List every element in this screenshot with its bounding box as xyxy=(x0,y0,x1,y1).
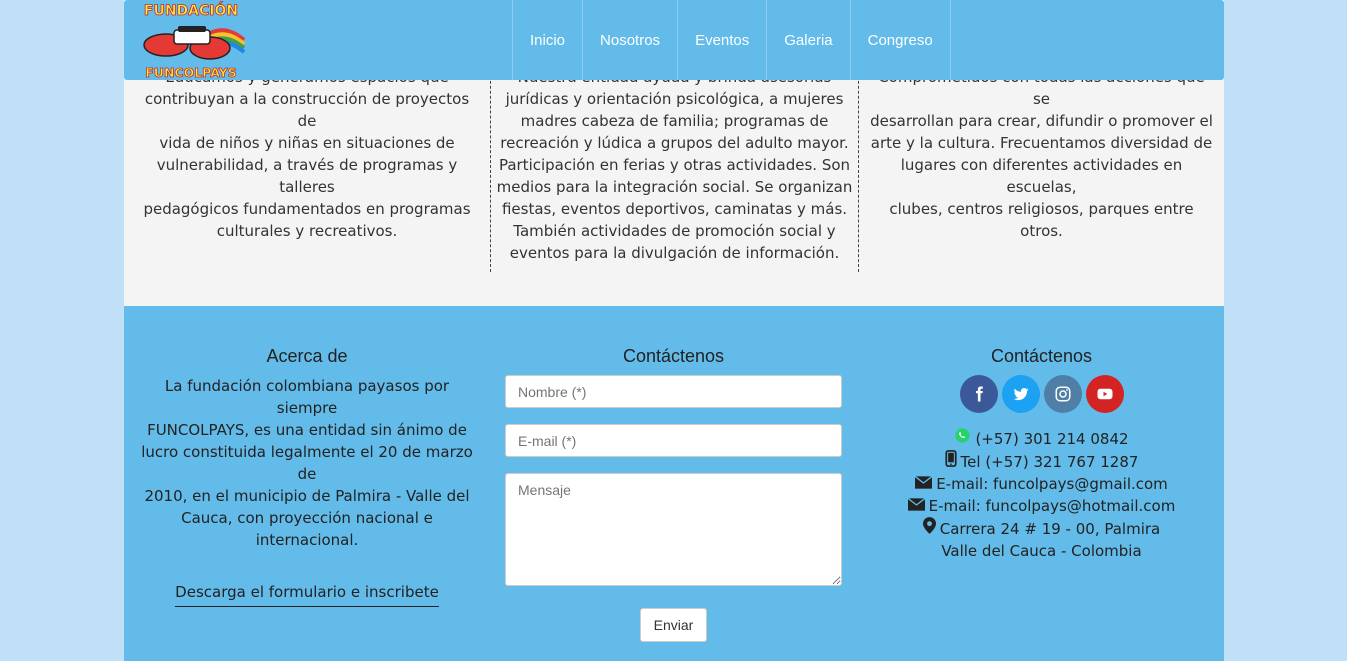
nav-item-galeria[interactable]: Galeria xyxy=(767,0,851,80)
youtube-icon[interactable] xyxy=(1085,375,1124,413)
footer-contact-info: Contáctenos (+57) 301 214 0842 Tel (+57)… xyxy=(869,346,1214,562)
envelope-icon xyxy=(907,495,926,517)
service-text-line: eventos para la divulgación de informaci… xyxy=(509,244,840,262)
footer-contact-form: Contáctenos Enviar xyxy=(505,346,842,642)
funcolpays-logo[interactable]: FUNDACIÓN FUNCOLPAYS xyxy=(134,0,249,80)
about-text-line: La fundación colombiana payasos por siem… xyxy=(164,377,450,417)
service-column-support: Nuestra entidad ayuda y brinda asesorías… xyxy=(490,66,859,272)
phone-line: Tel (+57) 321 767 1287 xyxy=(869,450,1214,473)
phone-number: Tel (+57) 321 767 1287 xyxy=(960,452,1139,471)
email-address-gmail: E-mail: funcolpays@gmail.com xyxy=(936,475,1168,493)
city-line: Valle del Cauca - Colombia xyxy=(869,540,1214,562)
mobile-phone-icon xyxy=(944,450,957,473)
email-line-1: E-mail: funcolpays@gmail.com xyxy=(869,473,1214,495)
facebook-icon[interactable] xyxy=(959,375,998,413)
whatsapp-line: (+57) 301 214 0842 xyxy=(869,427,1214,450)
service-text-line: jurídicas y orientación psicológica, a m… xyxy=(505,90,844,108)
service-text-line: culturales y recreativos. xyxy=(216,222,398,240)
name-input[interactable] xyxy=(505,375,842,408)
message-textarea[interactable] xyxy=(505,473,842,586)
whatsapp-icon xyxy=(954,427,971,450)
nav-item-inicio[interactable]: Inicio xyxy=(513,0,584,80)
service-text-line: contribuyan a la construcción de proyect… xyxy=(144,90,470,130)
navbar: FUNDACIÓN FUNCOLPAYS Inicio Nosotros Eve… xyxy=(124,0,1224,80)
download-form-link[interactable]: Descarga el formulario e inscribete xyxy=(175,583,439,607)
service-text-line: vida de niños y niñas en situaciones de xyxy=(159,134,455,152)
service-text-line: recreación y lúdica a grupos del adulto … xyxy=(500,134,849,152)
service-column-culture: Comprometidos con todas las acciones que… xyxy=(869,66,1214,242)
whatsapp-number: (+57) 301 214 0842 xyxy=(975,429,1129,448)
email-line-2: E-mail: funcolpays@hotmail.com xyxy=(869,495,1214,517)
instagram-icon[interactable] xyxy=(1043,375,1082,413)
service-text-line: madres cabeza de familia; programas de xyxy=(520,112,829,130)
nav-item-eventos[interactable]: Eventos xyxy=(678,0,768,80)
about-text-line: Cauca, con proyección nacional e xyxy=(181,509,433,527)
about-text-line: 2010, en el municipio de Palmira - Valle… xyxy=(144,487,470,505)
service-text-line: Participación en ferias y otras activida… xyxy=(498,156,851,174)
social-links xyxy=(869,375,1214,413)
page-container: Educamos y generamos espacios que contri… xyxy=(124,0,1224,661)
footer: Acerca de La fundación colombiana payaso… xyxy=(124,306,1224,661)
about-text-line: lucro constituida legalmente el 20 de ma… xyxy=(141,443,473,483)
city-region: Valle del Cauca - Colombia xyxy=(941,542,1142,560)
service-text-line: desarrollan para crear, difundir o promo… xyxy=(870,112,1213,130)
contact-form-title: Contáctenos xyxy=(622,346,725,366)
address-line: Carrera 24 # 19 - 00, Palmira xyxy=(869,517,1214,540)
footer-about: Acerca de La fundación colombiana payaso… xyxy=(134,346,480,607)
svg-text:FUNCOLPAYS: FUNCOLPAYS xyxy=(145,65,236,80)
about-text-line: internacional. xyxy=(255,531,359,549)
map-marker-icon xyxy=(922,517,936,540)
service-text-line: vulnerabilidad, a través de programas y … xyxy=(156,156,458,196)
twitter-icon[interactable] xyxy=(1001,375,1040,413)
svg-text:FUNDACIÓN: FUNDACIÓN xyxy=(144,1,238,19)
main-nav: Inicio Nosotros Eventos Galeria Congreso xyxy=(512,0,951,80)
service-text-line: También actividades de promoción social … xyxy=(513,222,836,240)
email-address-hotmail: E-mail: funcolpays@hotmail.com xyxy=(928,497,1176,515)
send-button[interactable]: Enviar xyxy=(639,608,708,642)
nav-item-congreso[interactable]: Congreso xyxy=(851,0,951,80)
nav-item-nosotros[interactable]: Nosotros xyxy=(583,0,679,80)
contact-info-title: Contáctenos xyxy=(990,346,1093,366)
about-text-line: FUNCOLPAYS, es una entidad sin ánimo de xyxy=(147,421,467,439)
service-text-line: arte y la cultura. Frecuentamos diversid… xyxy=(870,134,1213,152)
service-text-line: clubes, centros religiosos, parques entr… xyxy=(889,200,1194,240)
service-column-education: Educamos y generamos espacios que contri… xyxy=(134,66,480,242)
service-text-line: medios para la integración social. Se or… xyxy=(496,178,853,196)
envelope-icon xyxy=(914,473,933,495)
service-text-line: pedagógicos fundamentados en programas xyxy=(143,200,471,218)
street-address: Carrera 24 # 19 - 00, Palmira xyxy=(939,519,1161,538)
service-text-line: lugares con diferentes actividades en es… xyxy=(900,156,1183,196)
email-input[interactable] xyxy=(505,424,842,457)
service-text-line: fiestas, eventos deportivos, caminatas y… xyxy=(501,200,848,218)
about-title: Acerca de xyxy=(266,346,348,366)
